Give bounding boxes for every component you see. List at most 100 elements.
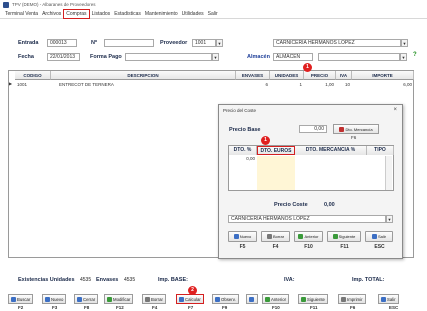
col-header-precio[interactable]: PRECIO xyxy=(304,71,336,80)
discount-icon xyxy=(339,126,345,132)
col-header-iva[interactable]: IVA xyxy=(336,71,352,80)
forma-pago-field[interactable] xyxy=(125,53,212,61)
next-icon xyxy=(301,296,306,302)
nf-field[interactable] xyxy=(104,39,154,47)
imprimir-key: F6 xyxy=(350,305,356,310)
close-icon[interactable]: × xyxy=(393,107,397,113)
cell-unidades[interactable]: 1 xyxy=(272,81,302,88)
proveedor-dropdown-button[interactable]: ▼ xyxy=(216,39,223,47)
col-header-unidades[interactable]: UNIDADES xyxy=(270,71,304,80)
imp-base-label: Imp. BASE: xyxy=(158,277,188,283)
col-header-dto-pct[interactable]: DTO. % xyxy=(229,146,257,155)
calcular-button[interactable]: Calcular xyxy=(176,294,204,304)
precio-coste-value: 0,00 xyxy=(324,202,335,208)
calcular-label: Calcular xyxy=(185,296,201,302)
precio-coste-dialog: Precio del Coste × Precio Base 0,00 Dto.… xyxy=(218,104,403,259)
calcular-key: F7 xyxy=(188,305,194,310)
menu-salir[interactable]: Salir xyxy=(206,10,220,18)
buscar-label: Buscar xyxy=(17,296,31,302)
menu-mantenimiento[interactable]: Mantenimiento xyxy=(143,10,180,18)
notes-icon xyxy=(215,296,220,302)
close-doc-icon xyxy=(77,296,82,302)
nuevo-button[interactable]: Nuevo xyxy=(228,231,257,242)
proveedor-name-field[interactable]: CARNICERIA HERMANOS LOPEZ xyxy=(273,39,401,47)
anterior-toolbar-label: Anterior xyxy=(271,296,287,302)
menu-utilidades[interactable]: Utilidades xyxy=(180,10,206,18)
observ-label: Observ. xyxy=(221,296,236,302)
cell-precio[interactable]: 1,00 xyxy=(306,81,334,88)
precio-base-field[interactable]: 0,00 xyxy=(299,125,327,133)
salir-button[interactable]: Salir xyxy=(365,231,393,242)
help-icon[interactable]: ? xyxy=(413,52,417,58)
siguiente-button[interactable]: Siguiente xyxy=(327,231,361,242)
window-title: TPV (DEMO) - Albaranes de Proveedores xyxy=(12,2,96,7)
col-header-codigo[interactable]: CODIGO xyxy=(15,71,51,80)
nuevo-key: F3 xyxy=(52,305,58,310)
buscar-button[interactable]: Buscar xyxy=(8,294,34,304)
anterior-toolbar-button[interactable]: Anterior xyxy=(262,294,290,304)
existencias-value: 4535 xyxy=(80,277,92,283)
cerrar-button[interactable]: Cerrar xyxy=(74,294,99,304)
almacen-dropdown[interactable]: ▼ xyxy=(400,53,407,61)
nuevo-toolbar-button[interactable]: Nuevo xyxy=(42,294,67,304)
col-header-dto-mercancia[interactable]: DTO. MERCANCIA % xyxy=(295,146,367,155)
cell-importe[interactable]: 6,00 xyxy=(354,81,412,88)
modificar-key: F12 xyxy=(116,305,124,310)
cerrar-label: Cerrar xyxy=(83,296,96,302)
modificar-label: Modificar xyxy=(113,296,131,302)
forma-pago-dropdown[interactable]: ▼ xyxy=(212,53,219,61)
supplier-name-field[interactable]: CARNICERIA HERMANOS LOPEZ xyxy=(228,215,386,223)
supplier-dropdown[interactable]: ▼ xyxy=(386,215,393,223)
siguiente-toolbar-label: Siguiente xyxy=(307,296,325,302)
envases-label: Envases xyxy=(96,277,119,283)
salir-toolbar-button[interactable]: Salir xyxy=(378,294,399,304)
cell-dto-euros[interactable] xyxy=(257,156,295,190)
modificar-button[interactable]: Modificar xyxy=(104,294,134,304)
col-header-importe[interactable]: IMPORTE xyxy=(352,71,414,80)
cell-dto-pct[interactable]: 0,00 xyxy=(230,156,257,163)
link-icon xyxy=(249,296,254,302)
observ-key: F9 xyxy=(222,305,228,310)
col-header-dto-euros[interactable]: DTO. EUROS xyxy=(257,146,295,155)
fecha-label: Fecha xyxy=(18,54,34,60)
search-icon xyxy=(11,296,16,302)
calculator-icon xyxy=(179,296,184,302)
link-button[interactable] xyxy=(246,294,258,304)
next-icon xyxy=(332,234,338,239)
scrollbar[interactable] xyxy=(385,156,392,190)
entrada-field[interactable]: 000013 xyxy=(47,39,77,47)
col-header-envases[interactable]: ENVASES xyxy=(236,71,270,80)
borrar-key: F4 xyxy=(272,244,279,250)
cell-iva[interactable]: 10 xyxy=(338,81,350,88)
almacen-extra-field[interactable] xyxy=(318,53,400,61)
almacen-field[interactable]: ALMACEN xyxy=(273,53,313,61)
anterior-button[interactable]: Anterior xyxy=(294,231,323,242)
menu-listados[interactable]: Listados xyxy=(90,10,113,18)
cell-envases[interactable]: 6 xyxy=(238,81,268,88)
edit-icon xyxy=(107,296,112,302)
col-header-descripcion[interactable]: DESCRIPCION xyxy=(51,71,236,80)
borrar-key: F4 xyxy=(152,305,158,310)
menu-compras[interactable]: Compras xyxy=(63,8,90,19)
dto-mercancia-button[interactable]: Dto. Mercancía xyxy=(333,124,379,134)
salir-toolbar-label: Salir xyxy=(387,296,396,302)
proveedor-code-field[interactable]: 1001 xyxy=(192,39,216,47)
menu-archivos[interactable]: Archivos xyxy=(40,10,63,18)
imprimir-button[interactable]: Imprimir xyxy=(338,294,366,304)
siguiente-toolbar-button[interactable]: Siguiente xyxy=(298,294,328,304)
anterior-key: F10 xyxy=(272,305,280,310)
anterior-key: F10 xyxy=(304,244,313,250)
cell-descripcion[interactable]: ENTRECOT DE TERNERA xyxy=(59,81,234,88)
borrar-toolbar-button[interactable]: Borrar xyxy=(142,294,166,304)
observ-button[interactable]: Observ. xyxy=(212,294,239,304)
col-header-tipo[interactable]: TIPO xyxy=(367,146,394,155)
chevron-down-icon: ▼ xyxy=(402,40,407,46)
almacen-link[interactable]: Almacén xyxy=(247,54,270,60)
fecha-field[interactable]: 22/01/2013 xyxy=(47,53,80,61)
cell-codigo[interactable]: 1001 xyxy=(17,81,49,88)
proveedor-name-dropdown[interactable]: ▼ xyxy=(401,39,408,47)
menu-estadisticas[interactable]: Estadisticas xyxy=(112,10,143,18)
nf-label: Nº xyxy=(91,40,97,46)
borrar-button[interactable]: Borrar xyxy=(261,231,290,242)
menu-terminal-venta[interactable]: Terminal Venta xyxy=(3,10,40,18)
